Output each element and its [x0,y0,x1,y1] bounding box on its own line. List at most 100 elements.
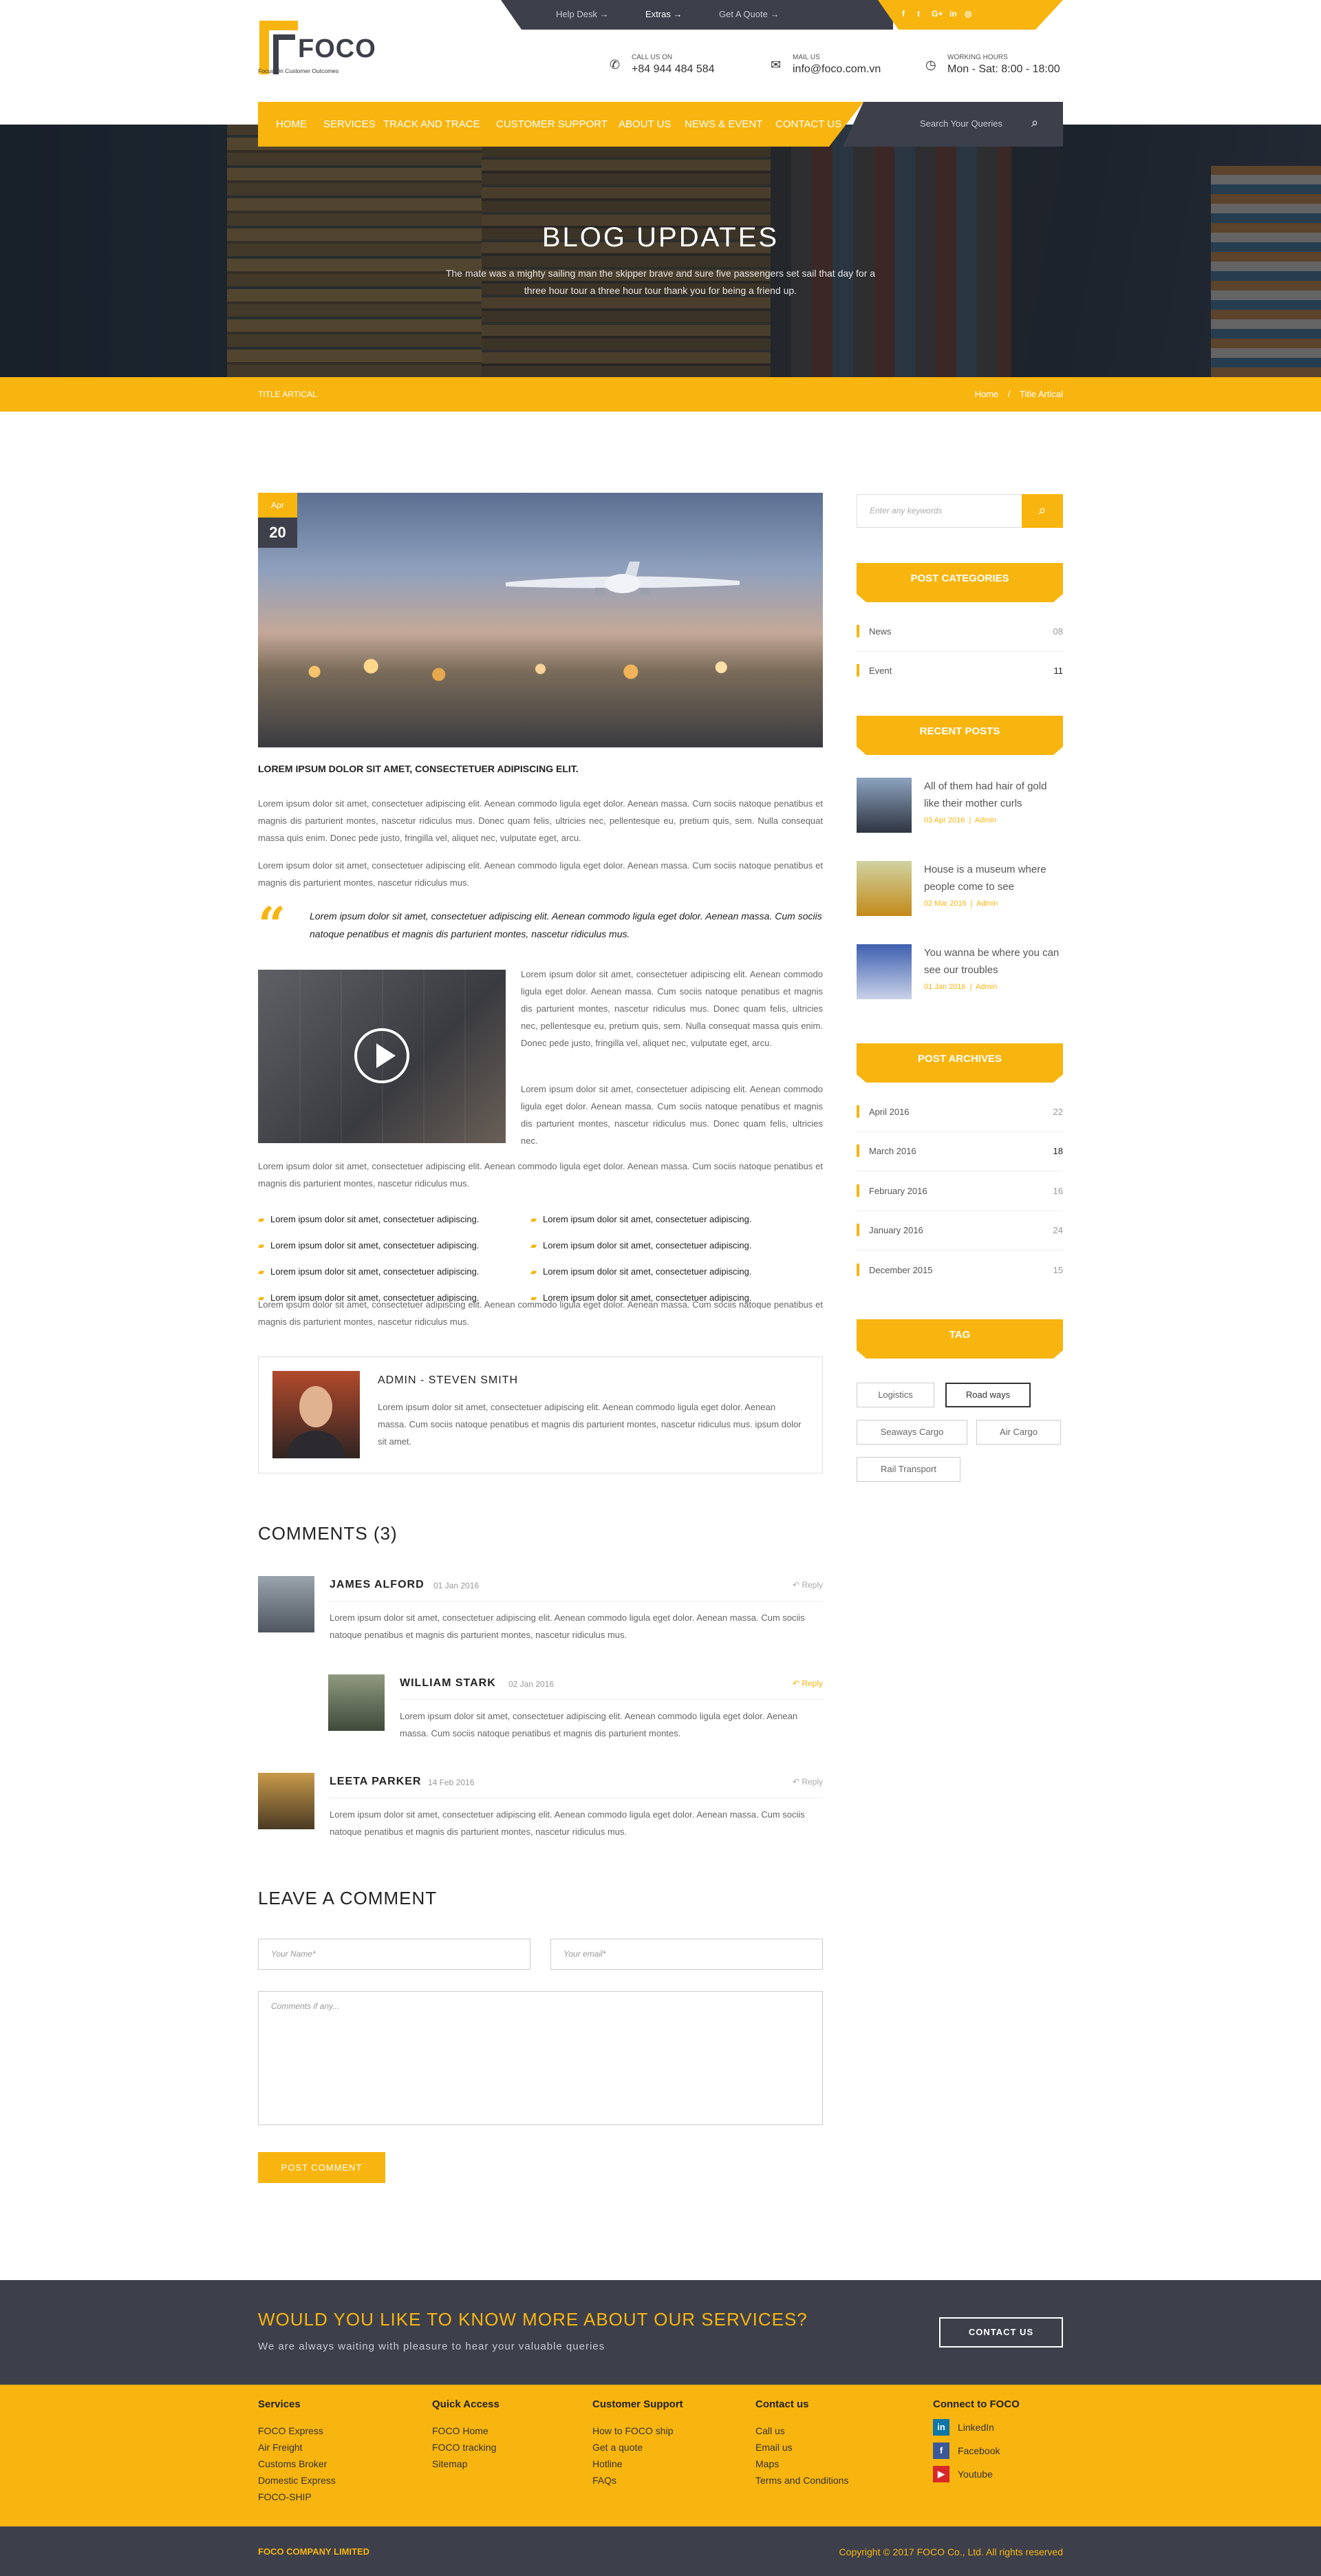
call-value[interactable]: +84 944 484 584 [632,63,715,76]
footer-link[interactable]: Terms and Conditions [755,2472,848,2489]
nav-home[interactable]: HOME [276,118,307,130]
extras-link[interactable]: Extras → [645,9,682,19]
youtube-icon: ▶ [933,2466,949,2482]
recent-post[interactable]: You wanna be where you can see our troub… [857,944,1063,999]
archive-item[interactable]: January 2016 24 [857,1222,1063,1250]
copyright-bar: FOCO COMPANY LIMITED Copyright © 2017 FO… [0,2526,1321,2576]
category-item[interactable]: Event 11 [857,663,1063,679]
nav-search-input[interactable]: Search Your Queries [920,118,1002,129]
list-item: ▰ Lorem ipsum dolor sit amet, consectetue… [530,1240,752,1250]
breadcrumb-separator: / [1007,389,1011,399]
clock-icon: ◷ [925,58,936,72]
author-name: ADMIN - STEVEN SMITH [378,1374,519,1386]
nav-track-and-trace[interactable]: TRACK AND TRACE [383,118,480,130]
footer-link[interactable]: Email us [755,2439,848,2456]
nav-news-event[interactable]: NEWS & EVENT [685,118,762,130]
archive-item[interactable]: April 2016 22 [857,1104,1063,1132]
footer-link[interactable]: FOCO Express [258,2423,336,2439]
hero-banner: BLOG UPDATES The mate was a mighty saili… [0,125,1321,377]
footer-link[interactable]: Maps [755,2456,848,2472]
youtube-link[interactable]: ▶ Youtube [933,2462,1020,2486]
nav-contact-us[interactable]: CONTACT US [775,118,841,130]
footer-col-connect: Connect to FOCO in LinkedIn f Facebook ▶ Yo… [933,2398,1020,2486]
logo[interactable]: FOCO Focus On Customer Outcomes [258,19,376,81]
footer-link[interactable]: Sitemap [432,2456,500,2472]
footer-link[interactable]: Get a quote [592,2439,683,2456]
footer-link[interactable]: FOCO tracking [432,2439,500,2456]
post-comment-button[interactable]: POST COMMENT [258,2152,385,2183]
footer-col-contact: Contact us Call us Email us Maps Terms a… [755,2398,848,2489]
airplane-icon [506,562,740,595]
recent-post[interactable]: House is a museum where people come to s… [857,861,1063,916]
google-plus-icon[interactable]: G+ [932,9,943,19]
post-video[interactable] [258,970,506,1143]
footer-link[interactable]: Air Freight [258,2439,336,2456]
list-item: ▰ Lorem ipsum dolor sit amet, consectetue… [258,1240,480,1250]
archive-item[interactable]: December 2015 15 [857,1262,1063,1279]
linkedin-link[interactable]: in LinkedIn [933,2416,1020,2439]
tag-air-cargo[interactable]: Air Cargo [976,1420,1061,1445]
play-icon[interactable] [354,1028,409,1083]
truck-icon: ▰ [530,1293,537,1303]
footer-link[interactable]: How to FOCO ship [592,2423,683,2439]
get-quote-link[interactable]: Get A Quote → [719,9,779,19]
mail-value[interactable]: info@foco.com.vn [793,63,881,76]
list-item: ▰ Lorem ipsum dolor sit amet, consectetue… [258,1266,480,1277]
video-side-text-1: Lorem ipsum dolor sit amet, consectetuer… [521,969,823,1048]
facebook-icon[interactable]: f [902,9,905,19]
archive-item[interactable]: February 2016 16 [857,1183,1063,1211]
facebook-link[interactable]: f Facebook [933,2439,1020,2462]
search-icon[interactable]: ⌕ [1022,494,1063,528]
footer-link[interactable]: Customs Broker [258,2456,336,2472]
tag-seaways-cargo[interactable]: Seaways Cargo [857,1420,967,1445]
recent-post-meta: 03 Apr 2016 | Admin [924,816,997,824]
bokeh-lights [258,644,823,699]
breadcrumb-current: Title Artical [1019,389,1063,399]
footer-link[interactable]: Hotline [592,2456,683,2472]
linkedin-icon[interactable]: in [949,9,957,19]
footer-col-title: Connect to FOCO [933,2398,1020,2410]
category-item[interactable]: News 08 [857,624,1063,652]
cta-heading: WOULD YOU LIKE TO KNOW MORE ABOUT OUR SE… [258,2309,808,2330]
footer-col-title: Customer Support [592,2398,683,2410]
tag-rail-transport[interactable]: Rail Transport [857,1457,960,1482]
recent-post[interactable]: All of them had hair of gold like their … [857,778,1063,833]
nav-services[interactable]: SERVICES [323,118,376,130]
company-name: FOCO COMPANY LIMITED [258,2546,370,2557]
category-marker [857,664,859,677]
comment-textarea[interactable]: Comments if any... [258,1991,823,2125]
contact-us-button[interactable]: CONTACT US [939,2317,1063,2348]
comment: LEETA PARKER 14 Feb 2016 ↶ Reply Lorem i… [258,1773,823,1862]
breadcrumb-home[interactable]: Home [975,389,999,399]
archive-item[interactable]: March 2016 18 [857,1143,1063,1171]
twitter-icon[interactable]: t [917,9,920,19]
tag-road-ways[interactable]: Road ways [945,1383,1031,1407]
comment-date: 02 Jan 2016 [508,1679,555,1689]
recent-post-title[interactable]: House is a museum where people come to s… [924,861,1063,895]
archive-count: 18 [1053,1146,1063,1156]
reply-button[interactable]: ↶ Reply [793,1777,823,1787]
footer-link[interactable]: FOCO Home [432,2423,500,2439]
email-field[interactable]: Your email* [550,1939,823,1970]
nav-about-us[interactable]: ABOUT US [619,118,671,130]
archive-count: 16 [1053,1186,1063,1196]
sidebar-search: Enter any keywords ⌕ [857,494,1063,528]
footer-link[interactable]: Domestic Express [258,2472,336,2489]
reply-button[interactable]: ↶ Reply [793,1679,823,1688]
sidebar-search-input[interactable]: Enter any keywords [870,506,942,515]
footer-link[interactable]: FOCO-SHIP [258,2489,336,2505]
comment-text: Lorem ipsum dolor sit amet, consectetuer… [400,1711,798,1738]
reply-button[interactable]: ↶ Reply [793,1580,823,1590]
footer-link[interactable]: Call us [755,2423,848,2439]
recent-post-title[interactable]: You wanna be where you can see our troub… [924,944,1063,979]
comment-author: JAMES ALFORD [330,1579,425,1590]
nav-customer-support[interactable]: CUSTOMER SUPPORT [496,118,608,130]
name-field[interactable]: Your Name* [258,1939,530,1970]
instagram-icon[interactable]: ◎ [965,9,971,19]
help-desk-link[interactable]: Help Desk → [556,9,609,19]
post-paragraph-3: Lorem ipsum dolor sit amet, consectetuer… [258,1161,823,1189]
tag-logistics[interactable]: Logistics [857,1383,934,1407]
search-icon[interactable]: ⌕ [1031,116,1038,130]
footer-link[interactable]: FAQs [592,2472,683,2489]
recent-post-title[interactable]: All of them had hair of gold like their … [924,778,1063,812]
